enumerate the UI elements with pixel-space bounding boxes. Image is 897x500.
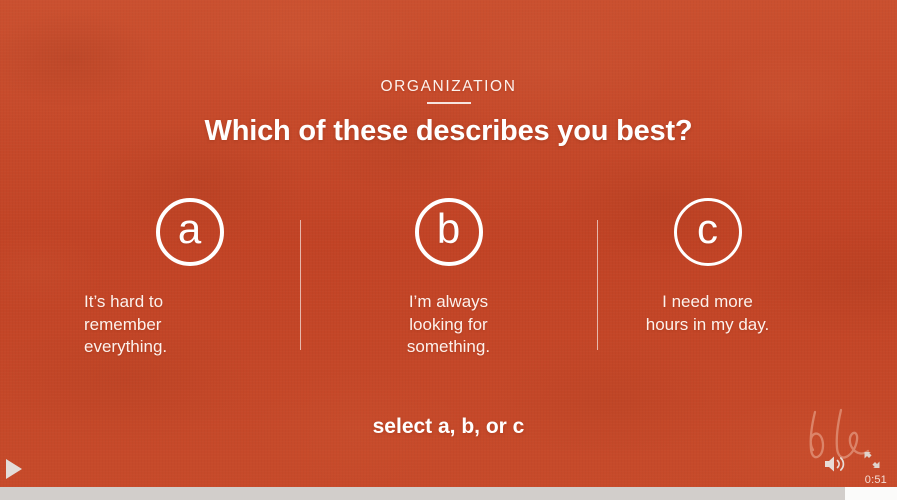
option-c-circle[interactable]: c [673, 198, 742, 266]
volume-button[interactable] [823, 454, 849, 474]
option-a-text: It’s hard to remember everything. [84, 292, 168, 357]
eyebrow-divider-rule [426, 102, 471, 104]
video-player: ORGANIZATION Which of these describes yo… [0, 0, 897, 500]
time-remaining-label: 0:51 [864, 474, 887, 486]
option-divider-2 [597, 220, 598, 350]
option-b-text: I’m always looking for something. [406, 292, 491, 357]
fullscreen-icon [864, 452, 880, 468]
option-c-letter: c [697, 205, 718, 252]
option-a-circle[interactable]: a [155, 198, 224, 266]
volume-icon [825, 456, 845, 472]
option-c-text: I need more hours in my day. [645, 292, 770, 334]
progress-scrubber[interactable] [0, 487, 897, 500]
option-a[interactable]: a It’s hard to remember everything. [60, 198, 319, 363]
option-b-circle[interactable]: b [414, 198, 483, 266]
slide-eyebrow: ORGANIZATION [380, 78, 517, 95]
option-c[interactable]: c I need more hours in my day. [578, 198, 837, 363]
video-stage[interactable]: ORGANIZATION Which of these describes yo… [0, 0, 897, 487]
options-row: a It’s hard to remember everything. b I’… [60, 198, 837, 363]
play-button[interactable] [6, 457, 28, 481]
slide-cta: select a, b, or c [372, 415, 525, 438]
option-divider-1 [300, 220, 301, 350]
progress-remaining-track [845, 487, 897, 500]
option-a-letter: a [177, 205, 202, 252]
option-b-letter: b [436, 205, 461, 252]
fullscreen-button[interactable] [863, 451, 881, 469]
slide-content: ORGANIZATION Which of these describes yo… [0, 0, 897, 487]
option-b[interactable]: b I’m always looking for something. [319, 198, 578, 363]
slide-headline: Which of these describes you best? [204, 115, 693, 147]
play-icon [6, 459, 22, 479]
